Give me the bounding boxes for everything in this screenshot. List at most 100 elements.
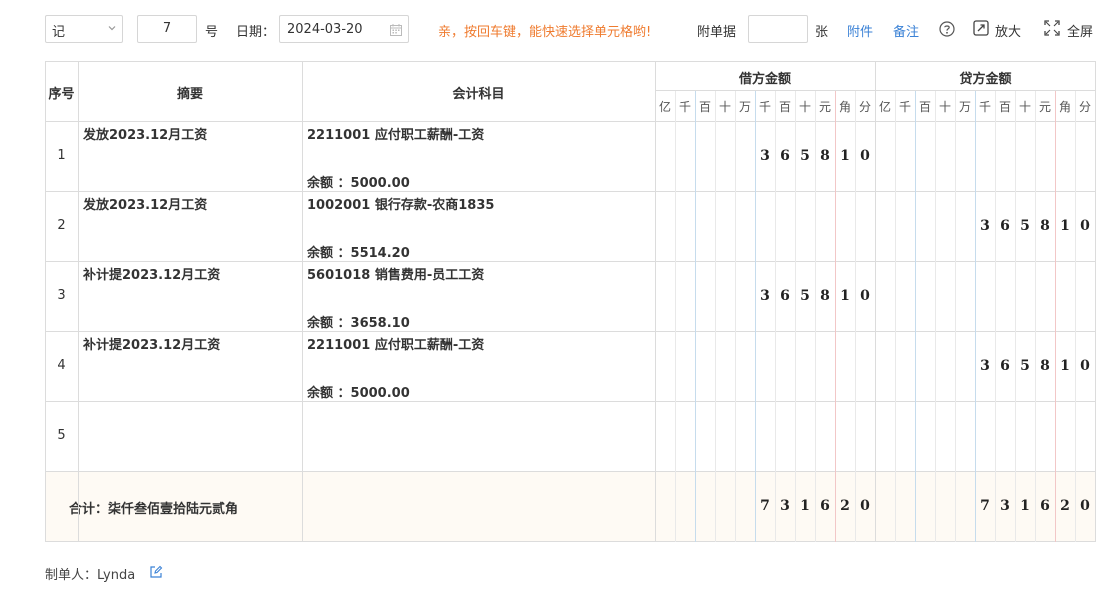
zoom-button[interactable]: 放大 bbox=[995, 21, 1021, 40]
grid-bottom-border bbox=[45, 541, 1096, 542]
total-credit-digit: 3 bbox=[1000, 498, 1010, 514]
credit-unit-label: 千 bbox=[978, 100, 991, 114]
total-debit-digit: 3 bbox=[780, 498, 790, 514]
debit-unit-label: 千 bbox=[758, 100, 771, 114]
credit-digit: 3 bbox=[980, 358, 990, 374]
debit-digit: 5 bbox=[800, 288, 810, 304]
debit-unit-divider bbox=[675, 91, 676, 542]
credit-digit: 8 bbox=[1040, 358, 1050, 374]
voucher-toolbar: 记 7 号 日期： 2024-03-20 亲，按回车键，能快速选择单元格哟! 附… bbox=[45, 14, 1117, 46]
number-suffix: 号 bbox=[205, 25, 219, 40]
voucher-type-select[interactable]: 记 bbox=[45, 15, 123, 43]
total-debit-digit: 0 bbox=[860, 498, 870, 514]
total-credit-digit: 7 bbox=[980, 498, 990, 514]
credit-unit-label: 万 bbox=[958, 100, 971, 114]
help-circle-icon[interactable] bbox=[939, 21, 955, 37]
credit-digit: 5 bbox=[1020, 218, 1030, 234]
fullscreen-icon[interactable] bbox=[1044, 20, 1060, 36]
total-debit-digit: 1 bbox=[800, 498, 810, 514]
account-cell[interactable]: 2211001 应付职工薪酬-工资 bbox=[307, 124, 484, 143]
credit-unit-divider bbox=[1015, 91, 1016, 542]
credit-digit: 5 bbox=[1020, 358, 1030, 374]
debit-unit-label: 十 bbox=[798, 100, 811, 114]
row-index: 2 bbox=[57, 218, 66, 233]
fullscreen-button[interactable]: 全屏 bbox=[1067, 21, 1093, 40]
row-divider bbox=[45, 471, 1096, 472]
balance-prefix: 余额 ： bbox=[307, 246, 351, 261]
voucher-table: 序号 摘要 会计科目 借方金额 贷方金额 合计：柒仟叁佰壹拾陆元贰角 亿千百十万… bbox=[45, 61, 1096, 542]
credit-unit-label: 亿 bbox=[878, 100, 891, 114]
voucher-type-value: 记 bbox=[52, 25, 66, 40]
account-cell[interactable]: 1002001 银行存款-农商1835 bbox=[307, 194, 494, 213]
total-credit-digit: 1 bbox=[1020, 498, 1030, 514]
total-debit-digit: 2 bbox=[840, 498, 850, 514]
debit-digit: 3 bbox=[760, 148, 770, 164]
header-index: 序号 bbox=[48, 87, 75, 102]
debit-unit-label: 千 bbox=[678, 100, 691, 114]
remark-link[interactable]: 备注 bbox=[893, 21, 919, 40]
account-cell[interactable]: 2211001 应付职工薪酬-工资 bbox=[307, 334, 484, 353]
total-debit-digit: 6 bbox=[820, 498, 830, 514]
column-divider bbox=[78, 61, 79, 542]
summary-cell[interactable]: 发放2023.12月工资 bbox=[83, 194, 207, 213]
account-balance: 余额 ：5000.00 bbox=[307, 382, 410, 401]
header-credit: 贷方金额 bbox=[959, 72, 1012, 87]
balance-value: 5000.00 bbox=[350, 386, 410, 401]
credit-unit-label: 角 bbox=[1058, 100, 1071, 114]
total-label: 合计：柒仟叁佰壹拾陆元贰角 bbox=[69, 502, 239, 517]
credit-unit-divider bbox=[1075, 91, 1076, 542]
header-debit: 借方金额 bbox=[738, 72, 791, 87]
grid-top-border bbox=[45, 61, 1096, 62]
credit-digit: 6 bbox=[1000, 218, 1010, 234]
edit-icon[interactable] bbox=[149, 565, 163, 579]
account-cell[interactable]: 5601018 销售费用-员工工资 bbox=[307, 264, 484, 283]
credit-unit-label: 百 bbox=[918, 100, 931, 114]
summary-cell[interactable]: 发放2023.12月工资 bbox=[83, 124, 207, 143]
column-divider bbox=[655, 61, 656, 542]
credit-digit: 1 bbox=[1060, 358, 1070, 374]
debit-digit: 1 bbox=[840, 288, 850, 304]
maker-label: 制单人：Lynda bbox=[45, 568, 136, 583]
credit-unit-divider bbox=[975, 91, 976, 542]
credit-digit: 0 bbox=[1080, 358, 1090, 374]
account-balance: 余额 ：5514.20 bbox=[307, 242, 410, 261]
credit-unit-divider bbox=[895, 91, 896, 542]
expand-icon[interactable] bbox=[973, 20, 989, 36]
voucher-number-input[interactable]: 7 bbox=[137, 15, 197, 43]
debit-unit-label: 万 bbox=[738, 100, 751, 114]
debit-unit-label: 分 bbox=[858, 100, 871, 114]
debit-digit: 8 bbox=[820, 288, 830, 304]
summary-cell[interactable]: 补计提2023.12月工资 bbox=[83, 264, 220, 283]
grid-right-border bbox=[1095, 61, 1096, 542]
total-credit-digit: 0 bbox=[1080, 498, 1090, 514]
debit-digit: 3 bbox=[760, 288, 770, 304]
date-value: 2024-03-20 bbox=[287, 22, 363, 37]
row-index: 1 bbox=[57, 148, 66, 163]
balance-prefix: 余额 ： bbox=[307, 176, 351, 191]
total-debit-digit: 7 bbox=[760, 498, 770, 514]
balance-value: 3658.10 bbox=[350, 316, 410, 331]
credit-unit-divider bbox=[915, 91, 916, 542]
credit-unit-label: 分 bbox=[1078, 100, 1091, 114]
row-divider bbox=[45, 261, 1096, 262]
date-picker[interactable]: 2024-03-20 bbox=[279, 15, 409, 43]
debit-unit-label: 元 bbox=[818, 100, 831, 114]
credit-digit: 3 bbox=[980, 218, 990, 234]
debit-unit-label: 角 bbox=[838, 100, 851, 114]
credit-unit-label: 千 bbox=[898, 100, 911, 114]
attachment-link[interactable]: 附件 bbox=[847, 21, 873, 40]
header-bottom-line bbox=[45, 121, 1096, 122]
row-divider bbox=[45, 331, 1096, 332]
credit-digit: 1 bbox=[1060, 218, 1070, 234]
credit-unit-label: 十 bbox=[1018, 100, 1031, 114]
attachment-count-input[interactable] bbox=[748, 15, 808, 43]
header-account: 会计科目 bbox=[452, 87, 505, 102]
credit-unit-divider bbox=[995, 91, 996, 542]
summary-cell[interactable]: 补计提2023.12月工资 bbox=[83, 334, 220, 353]
row-index: 4 bbox=[57, 358, 66, 373]
calendar-icon bbox=[390, 24, 402, 36]
column-divider bbox=[875, 61, 876, 542]
credit-unit-divider bbox=[1055, 91, 1056, 542]
enter-key-tip: 亲，按回车键，能快速选择单元格哟! bbox=[438, 25, 652, 40]
debit-unit-label: 十 bbox=[718, 100, 731, 114]
